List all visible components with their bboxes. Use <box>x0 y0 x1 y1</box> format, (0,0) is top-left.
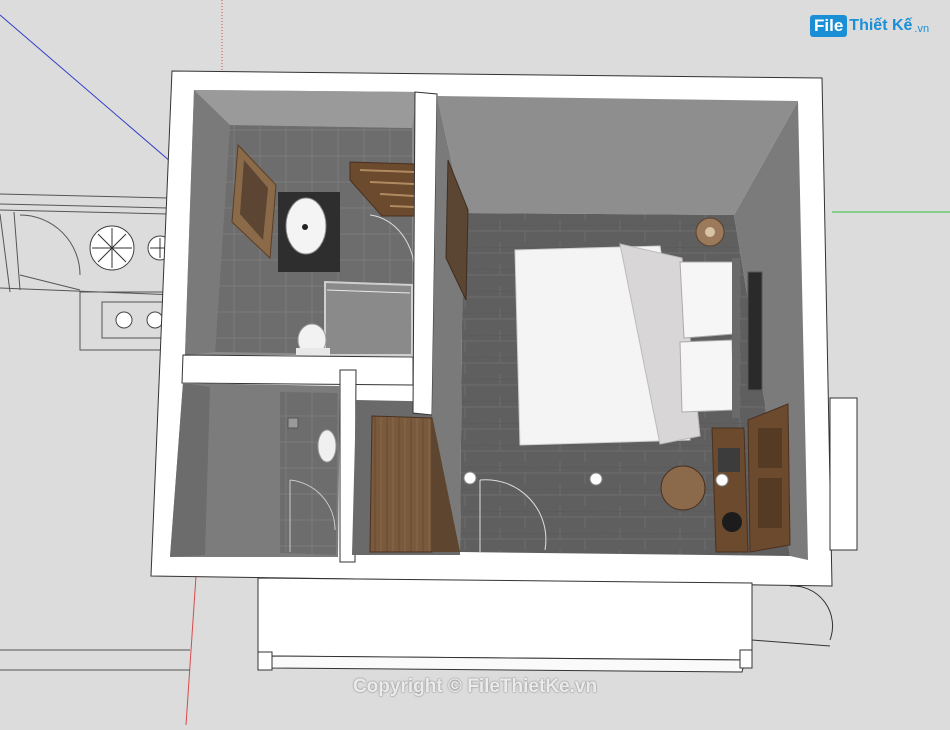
desk-plant <box>722 512 742 532</box>
copyright-watermark: Copyright © FileThietKe.vn <box>352 676 598 697</box>
axis-blue-line <box>0 14 179 169</box>
desk-laptop <box>718 448 740 472</box>
3d-viewport[interactable] <box>0 0 950 726</box>
wall-art <box>747 271 763 391</box>
light-3 <box>715 473 729 487</box>
front-step <box>257 577 753 661</box>
bedroom-back-wall <box>437 96 798 215</box>
pillow-1 <box>679 261 735 339</box>
step-post-left <box>257 651 273 671</box>
headboard <box>732 258 740 418</box>
desk <box>711 427 749 553</box>
brand-logo[interactable]: File Thiết Kế .vn <box>810 12 929 40</box>
bath-back-wall <box>194 90 418 128</box>
step-post-right <box>739 649 753 669</box>
door-swing-right <box>789 585 834 641</box>
floor-drain <box>287 417 299 429</box>
pillow-2 <box>679 339 735 413</box>
desk-chair <box>660 465 706 511</box>
logo-text: Thiết Kế <box>849 17 913 34</box>
right-window-ledge <box>829 397 858 551</box>
partition-wall <box>181 354 414 386</box>
logo-box: File <box>810 15 848 37</box>
toilet-wc <box>317 429 337 463</box>
light-1 <box>463 471 477 485</box>
wardrobe <box>369 415 433 553</box>
logo-ext: .vn <box>914 22 930 35</box>
light-2 <box>589 472 603 486</box>
wc-floor <box>280 392 338 555</box>
sink-drain <box>302 224 308 230</box>
